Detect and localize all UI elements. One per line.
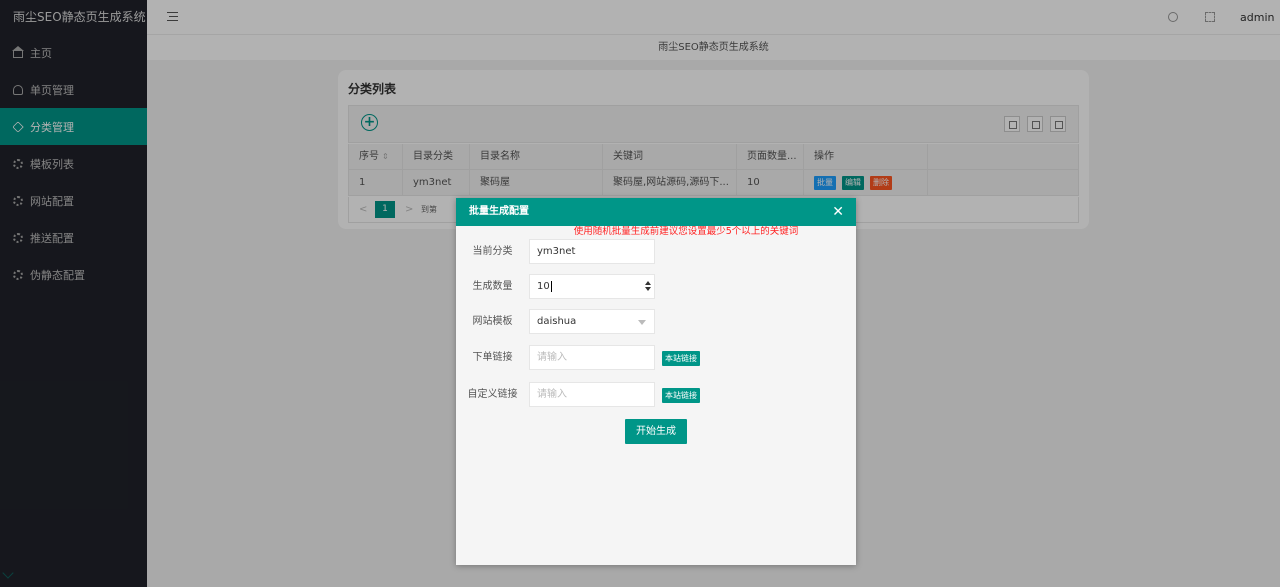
chevron-down-icon <box>638 320 646 325</box>
site-template-select[interactable]: daishua <box>529 309 655 334</box>
custom-link-label: 自定义链接 <box>467 389 518 400</box>
order-site-link-button[interactable]: 本站链接 <box>662 351 700 366</box>
close-icon[interactable]: ✕ <box>832 198 844 226</box>
text-cursor <box>550 280 552 292</box>
order-link-input[interactable]: 请输入 <box>529 345 655 370</box>
dialog-header: 批量生成配置 ✕ <box>456 198 856 226</box>
generate-count-label: 生成数量 <box>472 281 513 292</box>
current-category-input[interactable]: ym3net <box>529 239 655 264</box>
site-template-label: 网站模板 <box>472 316 513 327</box>
custom-site-link-button[interactable]: 本站链接 <box>662 388 700 403</box>
field-custom-link: 自定义链接 请输入 本站链接 <box>456 382 856 407</box>
field-order-link: 下单链接 请输入 本站链接 <box>456 345 856 370</box>
number-stepper-icon[interactable] <box>645 281 651 292</box>
order-link-label: 下单链接 <box>472 352 513 363</box>
start-generate-button[interactable]: 开始生成 <box>625 419 687 444</box>
custom-link-input[interactable]: 请输入 <box>529 382 655 407</box>
current-category-label: 当前分类 <box>472 246 513 257</box>
batch-generate-dialog: 批量生成配置 ✕ 使用随机批量生成前建议您设置最少5个以上的关键词 当前分类 y… <box>456 198 856 565</box>
generate-count-input[interactable]: 10 <box>529 274 655 299</box>
dialog-title: 批量生成配置 <box>469 206 529 217</box>
dialog-tip: 使用随机批量生成前建议您设置最少5个以上的关键词 <box>573 226 799 237</box>
